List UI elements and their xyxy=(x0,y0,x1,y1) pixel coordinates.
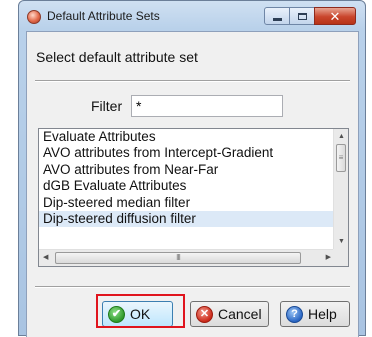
cancel-icon: ✕ xyxy=(196,305,213,323)
list-item[interactable]: dGB Evaluate Attributes xyxy=(39,178,335,194)
minimize-button[interactable] xyxy=(264,7,290,25)
divider xyxy=(35,80,350,82)
list-items: Evaluate Attributes AVO attributes from … xyxy=(39,129,335,228)
vertical-scroll-thumb[interactable]: ≡ xyxy=(336,144,346,172)
scroll-left-arrow-icon[interactable]: ◀ xyxy=(43,254,48,261)
title-bar[interactable]: Default Attribute Sets ✕ xyxy=(19,1,365,31)
scroll-up-arrow-icon[interactable]: ▲ xyxy=(338,133,345,140)
filter-input[interactable] xyxy=(131,95,283,117)
list-item-selected[interactable]: Dip-steered diffusion filter xyxy=(39,210,335,228)
checkmark-icon: ✔ xyxy=(108,305,125,323)
list-item[interactable]: Dip-steered median filter xyxy=(39,195,335,211)
ok-button[interactable]: ✔ OK xyxy=(102,301,173,327)
help-icon: ? xyxy=(286,305,303,323)
ok-button-label: OK xyxy=(130,306,151,322)
close-icon: ✕ xyxy=(329,8,341,24)
list-item[interactable]: AVO attributes from Near-Far xyxy=(39,162,335,178)
cancel-button[interactable]: ✕ Cancel xyxy=(190,301,269,327)
dialog-window: Default Attribute Sets ✕ Select default … xyxy=(18,0,366,337)
filter-label: Filter xyxy=(91,98,123,114)
app-icon xyxy=(27,10,41,24)
list-item[interactable]: Evaluate Attributes xyxy=(39,129,335,145)
attribute-set-list[interactable]: Evaluate Attributes AVO attributes from … xyxy=(38,128,349,267)
minimize-icon xyxy=(272,17,282,21)
scrollbar-corner xyxy=(333,249,348,266)
scroll-right-arrow-icon[interactable]: ▶ xyxy=(326,254,331,261)
close-button[interactable]: ✕ xyxy=(314,7,356,25)
divider xyxy=(35,286,350,288)
help-button-label: Help xyxy=(308,306,337,322)
vertical-scrollbar[interactable]: ▲ ≡ ▼ xyxy=(333,129,348,249)
dialog-body: Select default attribute set Filter Eval… xyxy=(26,31,359,337)
window-title: Default Attribute Sets xyxy=(47,9,160,23)
help-button[interactable]: ? Help xyxy=(280,301,350,327)
cancel-button-label: Cancel xyxy=(218,306,262,322)
horizontal-scroll-thumb[interactable]: III xyxy=(55,252,301,264)
dialog-heading: Select default attribute set xyxy=(36,49,198,65)
maximize-icon xyxy=(297,12,307,20)
horizontal-scrollbar[interactable]: ◀ III ▶ xyxy=(39,249,335,266)
list-item[interactable]: AVO attributes from Intercept-Gradient xyxy=(39,145,335,161)
scroll-down-arrow-icon[interactable]: ▼ xyxy=(338,238,345,245)
maximize-button[interactable] xyxy=(289,7,315,25)
